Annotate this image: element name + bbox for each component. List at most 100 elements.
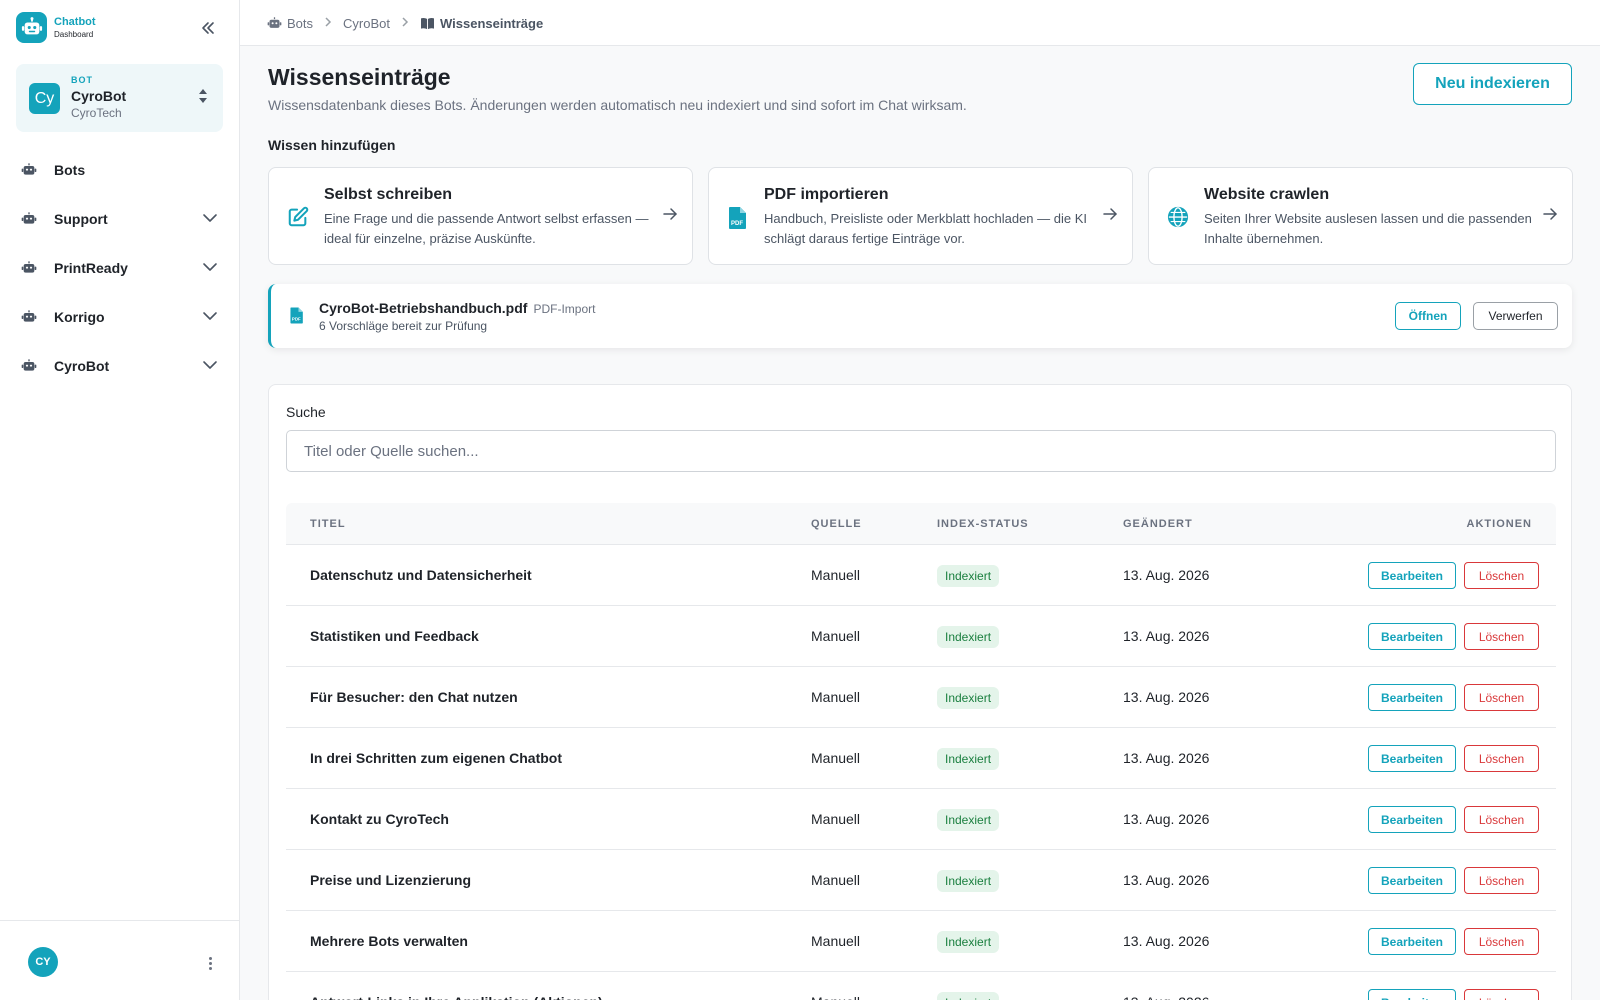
status-badge: Indexiert	[937, 626, 1000, 648]
add-card-text: Seiten Ihrer Website auslesen lassen und…	[1204, 211, 1532, 246]
entry-title[interactable]: Mehrere Bots verwalten	[310, 933, 468, 949]
edit-button[interactable]: Bearbeiten	[1368, 989, 1456, 1000]
chevron-down-icon	[202, 357, 218, 378]
entry-changed: 13. Aug. 2026	[1123, 872, 1210, 888]
column-header-changed[interactable]: GEÄNDERT	[1123, 518, 1193, 530]
entry-title[interactable]: Preise und Lizenzierung	[310, 872, 471, 888]
robot-icon	[20, 161, 38, 179]
status-badge: Indexiert	[937, 687, 1000, 709]
arrow-right-icon	[1542, 206, 1558, 227]
chevron-right-icon	[400, 16, 410, 31]
sidebar-item-label: PrintReady	[54, 259, 128, 276]
sidebar-item-label: Korrigo	[54, 308, 105, 325]
robot-logo-icon	[16, 12, 47, 43]
sidebar-footer: CY	[0, 920, 240, 1000]
edit-icon	[287, 206, 309, 228]
pdf-icon: PDF	[727, 206, 749, 229]
chevron-down-icon	[202, 210, 218, 231]
robot-icon	[20, 210, 38, 228]
brand-subtitle: Dashboard	[54, 29, 94, 39]
bot-avatar: Cy	[29, 83, 60, 114]
arrow-right-icon	[662, 206, 678, 227]
add-card-pdf[interactable]: PDF PDF importieren Handbuch, Preisliste…	[708, 167, 1133, 265]
sidebar-item-bots[interactable]: Bots	[16, 145, 224, 194]
sidebar-item-cyrobot[interactable]: CyroBot	[16, 341, 224, 390]
chevron-down-icon	[202, 259, 218, 280]
entry-source: Manuell	[811, 750, 861, 766]
add-card-title: Website crawlen	[1204, 186, 1330, 203]
page-title: Wissenseinträge	[268, 64, 451, 90]
pdf-import-banner: PDF CyroBot-Betriebshandbuch.pdf PDF-Impo…	[268, 284, 1572, 348]
entry-changed: 13. Aug. 2026	[1123, 567, 1210, 583]
entry-title[interactable]: In drei Schritten zum eigenen Chatbot	[310, 750, 562, 766]
delete-button[interactable]: Löschen	[1464, 623, 1539, 650]
add-card-write[interactable]: Selbst schreiben Eine Frage und die pass…	[268, 167, 693, 265]
delete-button[interactable]: Löschen	[1464, 806, 1539, 833]
breadcrumb-bots[interactable]: Bots	[287, 16, 313, 31]
sidebar-nav: Bots Support PrintReady Korrigo CyroBot	[16, 145, 224, 390]
entry-source: Manuell	[811, 994, 860, 1000]
open-import-button[interactable]: Öffnen	[1395, 302, 1461, 330]
entry-title[interactable]: Statistiken und Feedback	[310, 628, 479, 644]
arrow-right-icon	[1102, 206, 1118, 227]
bot-switcher[interactable]: Cy BOT CyroBot CyroTech	[16, 64, 223, 132]
page-description: Wissensdatenbank dieses Bots. Änderungen…	[268, 97, 967, 113]
book-icon	[420, 17, 435, 30]
entry-title[interactable]: Datenschutz und Datensicherheit	[310, 567, 532, 583]
search-input[interactable]	[286, 430, 1556, 472]
sidebar-item-printready[interactable]: PrintReady	[16, 243, 224, 292]
column-header-title[interactable]: TITEL	[310, 518, 346, 530]
delete-button[interactable]: Löschen	[1464, 928, 1539, 955]
status-badge: Indexiert	[937, 931, 1000, 953]
entries-table: TITEL QUELLE INDEX-STATUS GEÄNDERT AKTIO…	[286, 503, 1556, 1000]
search-label: Suche	[286, 404, 326, 420]
discard-import-button[interactable]: Verwerfen	[1473, 302, 1558, 330]
edit-button[interactable]: Bearbeiten	[1368, 684, 1456, 711]
delete-button[interactable]: Löschen	[1464, 989, 1539, 1000]
add-card-title: PDF importieren	[764, 186, 889, 203]
column-header-source[interactable]: QUELLE	[811, 518, 862, 530]
edit-button[interactable]: Bearbeiten	[1368, 623, 1456, 650]
reindex-button[interactable]: Neu indexieren	[1413, 63, 1572, 105]
table-row: Für Besucher: den Chat nutzen Manuell Inde…	[286, 667, 1556, 728]
edit-button[interactable]: Bearbeiten	[1368, 867, 1456, 894]
table-row: Preise und Lizenzierung Manuell Indexiert 1…	[286, 850, 1556, 911]
delete-button[interactable]: Löschen	[1464, 562, 1539, 589]
entry-title[interactable]: Kontakt zu CyroTech	[310, 811, 449, 827]
svg-text:PDF: PDF	[731, 221, 743, 227]
add-card-text: Eine Frage und die passende Antwort selb…	[324, 211, 649, 246]
robot-icon	[20, 357, 38, 375]
edit-button[interactable]: Bearbeiten	[1368, 806, 1456, 833]
sidebar-item-label: Bots	[54, 161, 86, 178]
delete-button[interactable]: Löschen	[1464, 867, 1539, 894]
svg-text:PDF: PDF	[292, 317, 301, 322]
add-card-crawl[interactable]: Website crawlen Seiten Ihrer Website aus…	[1148, 167, 1573, 265]
entry-changed: 13. Aug. 2026	[1123, 750, 1210, 766]
edit-button[interactable]: Bearbeiten	[1368, 562, 1456, 589]
sidebar-item-korrigo[interactable]: Korrigo	[16, 292, 224, 341]
more-vertical-icon[interactable]	[204, 953, 216, 973]
column-header-actions: AKTIONEN	[1466, 518, 1532, 530]
brand[interactable]: Chatbot Dashboard	[16, 12, 96, 43]
entry-title[interactable]: Für Besucher: den Chat nutzen	[310, 689, 518, 705]
delete-button[interactable]: Löschen	[1464, 684, 1539, 711]
entry-source: Manuell	[811, 933, 861, 949]
entry-title[interactable]: Antwort-Links in Ihre Applikation (Aktio…	[310, 994, 603, 1000]
collapse-sidebar-icon[interactable]	[198, 18, 218, 38]
robot-icon	[267, 16, 282, 31]
sidebar-item-support[interactable]: Support	[16, 194, 224, 243]
table-row: Kontakt zu CyroTech Manuell Indexiert 13. A…	[286, 789, 1556, 850]
avatar[interactable]: CY	[28, 947, 58, 977]
table-row: Datenschutz und Datensicherheit Manuell In…	[286, 545, 1556, 606]
status-badge: Indexiert	[937, 565, 1000, 587]
table-row: Statistiken und Feedback Manuell Indexiert…	[286, 606, 1556, 667]
delete-button[interactable]: Löschen	[1464, 745, 1539, 772]
edit-button[interactable]: Bearbeiten	[1368, 745, 1456, 772]
edit-button[interactable]: Bearbeiten	[1368, 928, 1456, 955]
sidebar-item-label: CyroBot	[54, 357, 110, 374]
column-header-status[interactable]: INDEX-STATUS	[937, 518, 1029, 530]
entry-changed: 13. Aug. 2026	[1123, 628, 1210, 644]
breadcrumb-bot[interactable]: CyroBot	[343, 16, 390, 31]
brand-name: Chatbot	[54, 15, 96, 28]
import-file-name: CyroBot-Betriebshandbuch.pdf PDF-Import	[319, 300, 595, 316]
